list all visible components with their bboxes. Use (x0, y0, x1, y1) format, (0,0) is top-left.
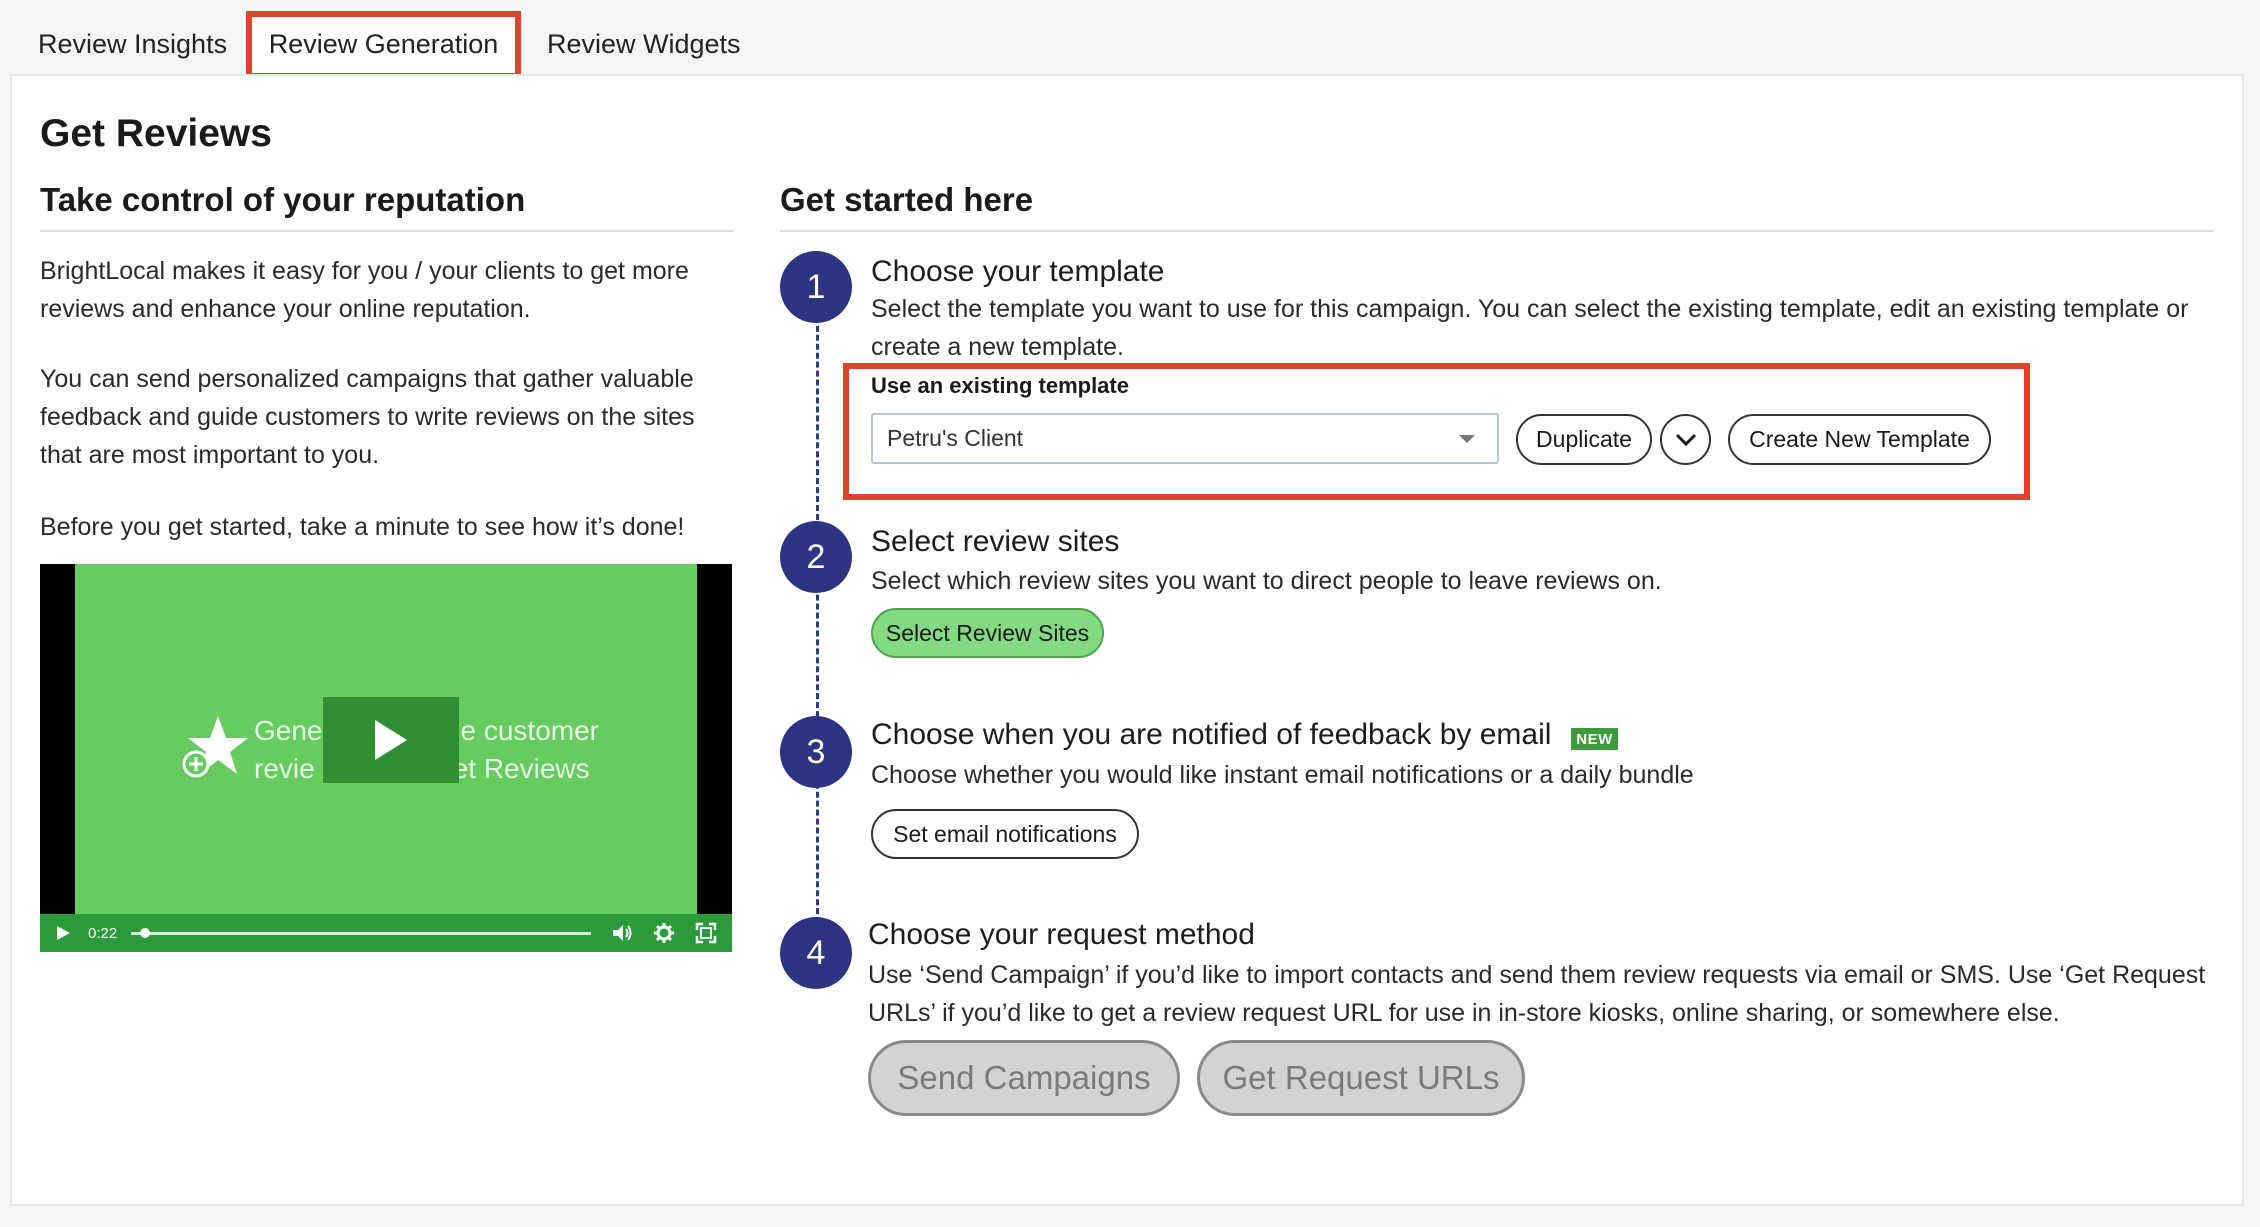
step-2-description: Select which review sites you want to di… (871, 567, 1662, 595)
gear-icon[interactable] (653, 922, 675, 944)
step-number-2: 2 (780, 521, 852, 593)
video-time: 0:22 (88, 924, 118, 942)
get-request-urls-button[interactable]: Get Request URLs (1197, 1040, 1525, 1116)
play-icon (375, 720, 407, 760)
steps-timeline (816, 290, 819, 950)
set-email-notifications-button[interactable]: Set email notifications (871, 809, 1139, 859)
step-number-3: 3 (780, 716, 852, 788)
video-play-button[interactable] (323, 697, 459, 783)
step-1-title: Choose your template (871, 255, 1165, 288)
step-1-description: Select the template you want to use for … (871, 295, 2189, 361)
video-progress-bar[interactable] (131, 927, 592, 938)
video-player[interactable]: Gene e customer revie et Reviews 0:22 (40, 564, 732, 952)
video-controls: 0:22 (40, 914, 732, 952)
select-review-sites-button[interactable]: Select Review Sites (871, 608, 1104, 658)
template-select-value: Petru's Client (887, 425, 1024, 451)
video-progress-handle[interactable] (140, 927, 150, 938)
divider (40, 230, 734, 232)
intro-paragraph-2: You can send personalized campaigns that… (40, 365, 695, 469)
send-campaigns-button[interactable]: Send Campaigns (868, 1040, 1180, 1116)
step-number-1: 1 (780, 251, 852, 323)
video-overlay-text: Gene e customer revie et Reviews (254, 715, 599, 784)
template-field-label: Use an existing template (871, 373, 1129, 398)
caret-down-icon (1459, 435, 1475, 443)
create-new-template-button[interactable]: Create New Template (1728, 414, 1991, 465)
step-4-description: Use ‘Send Campaign’ if you’d like to imp… (868, 961, 2206, 1027)
play-icon[interactable] (54, 924, 72, 942)
step-number-4: 4 (780, 917, 852, 989)
chevron-down-icon (1675, 433, 1696, 446)
intro-paragraph-1: BrightLocal makes it easy for you / your… (40, 257, 689, 323)
step-2-title: Select review sites (871, 525, 1120, 558)
page-title: Get Reviews (40, 112, 272, 155)
intro-paragraph-3: Before you get started, take a minute to… (40, 513, 685, 541)
step-3-description: Choose whether you would like instant em… (871, 761, 1694, 789)
tab-review-insights[interactable]: Review Insights (38, 22, 227, 66)
new-badge: NEW (1571, 728, 1618, 750)
step-4-title: Choose your request method (868, 918, 1255, 951)
tab-review-generation[interactable]: Review Generation (246, 11, 521, 79)
tab-review-widgets[interactable]: Review Widgets (547, 22, 741, 66)
step-3-title: Choose when you are notified of feedback… (871, 718, 1552, 751)
template-options-button[interactable] (1660, 414, 1711, 465)
template-select[interactable]: Petru's Client (871, 413, 1499, 464)
duplicate-button[interactable]: Duplicate (1516, 414, 1652, 465)
divider (780, 230, 2214, 232)
star-plus-icon (182, 716, 248, 778)
volume-icon[interactable] (611, 922, 633, 944)
fullscreen-icon[interactable] (695, 922, 717, 944)
left-heading: Take control of your reputation (40, 181, 526, 218)
tab-bar: Review Insights Review Generation Review… (0, 0, 2260, 79)
right-heading: Get started here (780, 181, 1034, 218)
